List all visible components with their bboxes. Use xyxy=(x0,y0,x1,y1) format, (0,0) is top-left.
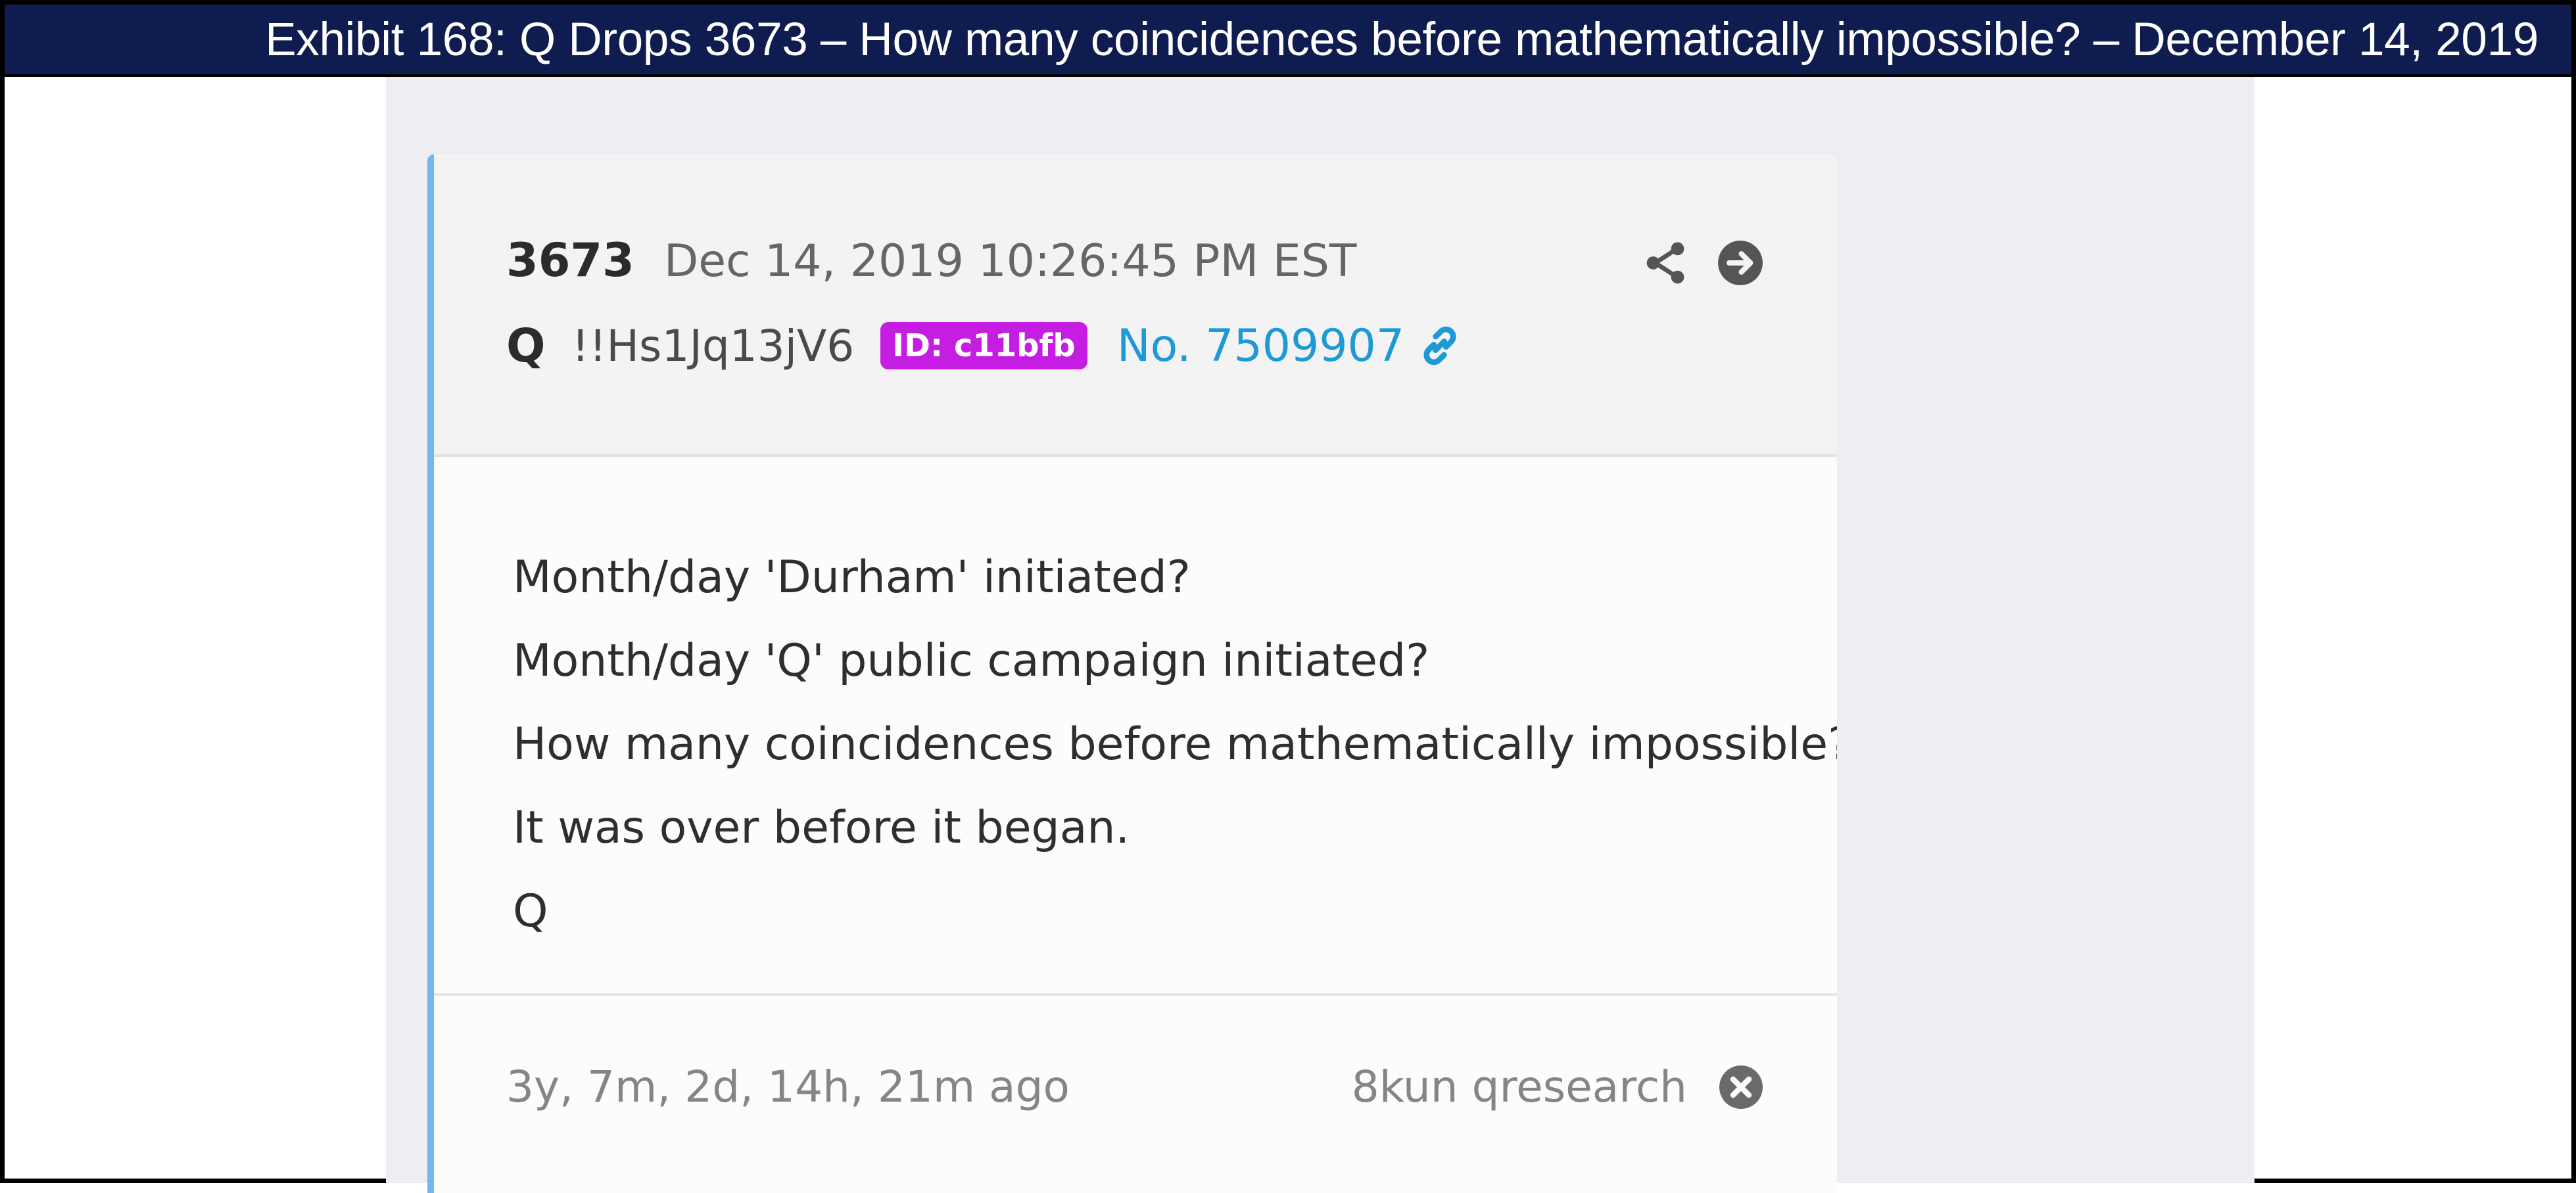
post-card: 3673 Dec 14, 2019 10:26:45 PM EST Q !!Hs… xyxy=(427,154,1837,1193)
exhibit-title-bar: Exhibit 168: Q Drops 3673 – How many coi… xyxy=(5,5,2571,77)
link-icon[interactable] xyxy=(1414,319,1466,372)
close-circle-icon[interactable] xyxy=(1717,1064,1765,1111)
post-tripcode: !!Hs1Jq13jV6 xyxy=(571,320,855,371)
post-header: 3673 Dec 14, 2019 10:26:45 PM EST Q !!Hs… xyxy=(434,154,1837,457)
drop-number: 3673 xyxy=(506,233,634,287)
arrow-right-circle-icon[interactable] xyxy=(1716,239,1765,287)
post-message: Month/day 'Durham' initiated? Month/day … xyxy=(513,536,1837,953)
post-source: 8kun qresearch xyxy=(1351,1062,1687,1112)
post-footer: 3y, 7m, 2d, 14h, 21m ago 8kun qresearch xyxy=(434,996,1837,1193)
exhibit-frame: Exhibit 168: Q Drops 3673 – How many coi… xyxy=(0,0,2576,1193)
post-body: Month/day 'Durham' initiated? Month/day … xyxy=(434,457,1837,996)
message-line: How many coincidences before mathematica… xyxy=(513,718,1837,770)
post-age: 3y, 7m, 2d, 14h, 21m ago xyxy=(506,1062,1070,1112)
message-line: Month/day 'Q' public campaign initiated? xyxy=(513,635,1430,687)
post-author: Q xyxy=(506,319,546,373)
post-actions xyxy=(1641,239,1765,287)
share-icon[interactable] xyxy=(1641,239,1690,287)
poster-id-badge: ID: c11bfb xyxy=(880,322,1087,369)
post-timestamp: Dec 14, 2019 10:26:45 PM EST xyxy=(663,235,1357,287)
exhibit-title: Exhibit 168: Q Drops 3673 – How many coi… xyxy=(265,13,2539,66)
post-source-group: 8kun qresearch xyxy=(1352,1062,1765,1112)
post-author-row: Q !!Hs1Jq13jV6 ID: c11bfb No. 7509907 xyxy=(506,319,1466,373)
message-signature: Q xyxy=(513,885,548,937)
page-viewport: 3673 Dec 14, 2019 10:26:45 PM EST Q !!Hs… xyxy=(386,77,2254,1193)
message-line: It was over before it began. xyxy=(513,802,1130,854)
post-meta-row: 3673 Dec 14, 2019 10:26:45 PM EST xyxy=(506,233,1356,287)
post-number-link[interactable]: No. 7509907 xyxy=(1117,320,1404,372)
message-line: Month/day 'Durham' initiated? xyxy=(513,551,1191,603)
